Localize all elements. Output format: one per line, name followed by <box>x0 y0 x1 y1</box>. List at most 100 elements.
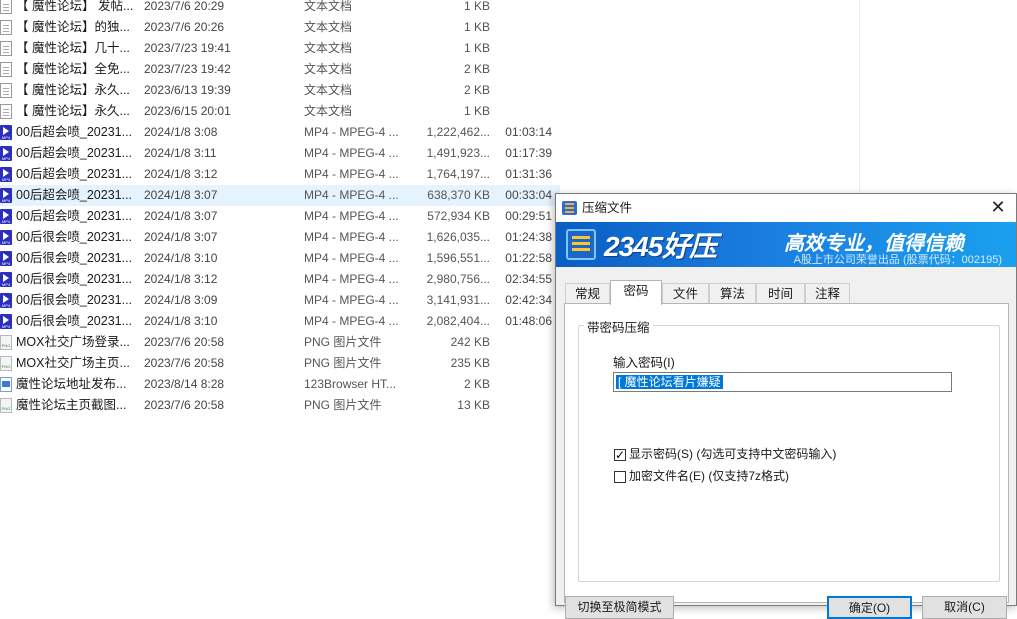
file-size: 2,980,756... <box>426 272 490 286</box>
file-row[interactable]: 【 魔性论坛】全免... 2023/7/23 19:42 文本文档 2 KB <box>0 59 560 80</box>
file-duration: 01:22:58 <box>505 251 552 265</box>
file-date: 2023/6/15 20:01 <box>144 104 231 118</box>
file-row[interactable]: 00后很会喷_20231... 2024/1/8 3:09 MP4 - MPEG-4… <box>0 290 560 311</box>
password-input[interactable]: [ 魔性论坛看片嫌疑 <box>613 372 952 392</box>
file-size: 638,370 KB <box>427 188 490 202</box>
text-file-icon <box>0 83 12 98</box>
close-button[interactable]: ✕ <box>980 194 1016 222</box>
file-row[interactable]: 【 魔性论坛】几十... 2023/7/23 19:41 文本文档 1 KB <box>0 38 560 59</box>
file-type: MP4 - MPEG-4 ... <box>304 272 399 286</box>
file-name: 00后超会喷_20231... <box>16 125 133 139</box>
encrypt-filenames-label: 加密文件名(E) (仅支持7z格式) <box>629 469 789 483</box>
file-row[interactable]: 魔性论坛地址发布... 2023/8/14 8:28 123Browser HT..… <box>0 374 560 395</box>
file-duration: 01:03:14 <box>505 125 552 139</box>
file-type: MP4 - MPEG-4 ... <box>304 314 399 328</box>
file-duration: 01:31:36 <box>505 167 552 181</box>
mp4-file-icon <box>0 272 12 287</box>
dialog-title: 压缩文件 <box>582 201 633 215</box>
file-duration: 00:29:51 <box>505 209 552 223</box>
tab-password[interactable]: 密码 <box>610 280 662 305</box>
file-date: 2024/1/8 3:12 <box>144 272 218 286</box>
file-date: 2024/1/8 3:07 <box>144 230 218 244</box>
show-password-checkbox[interactable]: 显示密码(S) (勾选可支持中文密码输入) <box>614 446 837 463</box>
file-type: 文本文档 <box>304 104 353 118</box>
tab-time[interactable]: 时间 <box>756 283 805 304</box>
file-name: 00后超会喷_20231... <box>16 188 133 202</box>
file-date: 2023/8/14 8:28 <box>144 377 225 391</box>
html-file-icon <box>0 377 12 392</box>
file-date: 2023/7/6 20:58 <box>144 335 225 349</box>
file-duration: 01:48:06 <box>505 314 552 328</box>
file-date: 2023/7/6 20:29 <box>144 0 225 13</box>
file-duration: 02:42:34 <box>505 293 552 307</box>
file-row[interactable]: 00后很会喷_20231... 2024/1/8 3:10 MP4 - MPEG-4… <box>0 248 560 269</box>
text-file-icon <box>0 41 12 56</box>
file-name: 00后很会喷_20231... <box>16 314 133 328</box>
ok-button[interactable]: 确定(O) <box>827 596 912 619</box>
file-date: 2024/1/8 3:07 <box>144 188 218 202</box>
file-name: 00后很会喷_20231... <box>16 293 133 307</box>
password-value: [ 魔性论坛看片嫌疑 <box>616 375 723 389</box>
file-row[interactable]: 00后超会喷_20231... 2024/1/8 3:12 MP4 - MPEG-4… <box>0 164 560 185</box>
file-size: 235 KB <box>450 356 490 370</box>
file-row[interactable]: 【 魔性论坛】的独... 2023/7/6 20:26 文本文档 1 KB <box>0 17 560 38</box>
file-row[interactable]: 【 魔性论坛】永久... 2023/6/13 19:39 文本文档 2 KB <box>0 80 560 101</box>
file-name: 【 魔性论坛】全免... <box>16 62 130 76</box>
text-file-icon <box>0 62 12 77</box>
mp4-file-icon <box>0 230 12 245</box>
file-duration: 00:33:04 <box>505 188 552 202</box>
file-name: 【 魔性论坛】的独... <box>16 20 130 34</box>
file-row[interactable]: 00后超会喷_20231... 2024/1/8 3:07 MP4 - MPEG-4… <box>0 206 560 227</box>
file-type: MP4 - MPEG-4 ... <box>304 125 399 139</box>
file-size: 242 KB <box>450 335 490 349</box>
tab-files[interactable]: 文件 <box>662 283 709 304</box>
file-row[interactable]: 00后超会喷_20231... 2024/1/8 3:08 MP4 - MPEG-4… <box>0 122 560 143</box>
file-row[interactable]: 00后很会喷_20231... 2024/1/8 3:10 MP4 - MPEG-4… <box>0 311 560 332</box>
group-title: 带密码压缩 <box>584 317 653 336</box>
file-duration: 01:24:38 <box>505 230 552 244</box>
encrypt-filenames-check-icon[interactable] <box>614 470 626 483</box>
cancel-button[interactable]: 取消(C) <box>922 596 1007 619</box>
file-size: 1 KB <box>463 41 490 55</box>
file-duration: 02:34:55 <box>505 272 552 286</box>
file-row[interactable]: 魔性论坛主页截图... 2023/7/6 20:58 PNG 图片文件 13 KB <box>0 395 560 416</box>
file-size: 2,082,404... <box>426 314 490 328</box>
file-row[interactable]: 00后很会喷_20231... 2024/1/8 3:12 MP4 - MPEG-4… <box>0 269 560 290</box>
file-size: 1,222,462... <box>426 125 490 139</box>
switch-mode-button[interactable]: 切换至极简模式 <box>565 596 674 619</box>
file-date: 2023/7/6 20:58 <box>144 398 225 412</box>
encrypt-filenames-checkbox[interactable]: 加密文件名(E) (仅支持7z格式) <box>614 468 789 484</box>
password-label: 输入密码(I) <box>613 356 675 370</box>
file-name: MOX社交广场主页... <box>16 356 130 370</box>
file-date: 2024/1/8 3:11 <box>144 146 217 160</box>
png-file-icon <box>0 335 12 350</box>
show-password-label: 显示密码(S) (勾选可支持中文密码输入) <box>629 447 837 461</box>
file-type: 文本文档 <box>304 20 353 34</box>
file-row[interactable]: 【 魔性论坛】 发帖... 2023/7/6 20:29 文本文档 1 KB <box>0 0 560 17</box>
file-row[interactable]: 00后超会喷_20231... 2024/1/8 3:11 MP4 - MPEG-4… <box>0 143 560 164</box>
file-type: MP4 - MPEG-4 ... <box>304 167 399 181</box>
show-password-check-icon[interactable] <box>614 447 626 463</box>
file-row[interactable]: 【 魔性论坛】永久... 2023/6/15 20:01 文本文档 1 KB <box>0 101 560 122</box>
file-size: 1 KB <box>463 20 490 34</box>
file-type: MP4 - MPEG-4 ... <box>304 188 399 202</box>
file-size: 3,141,931... <box>426 293 490 307</box>
tab-general[interactable]: 常规 <box>565 283 610 304</box>
file-row[interactable]: MOX社交广场登录... 2023/7/6 20:58 PNG 图片文件 242 KB <box>0 332 560 353</box>
file-name: 00后超会喷_20231... <box>16 146 133 160</box>
file-row[interactable]: 00后很会喷_20231... 2024/1/8 3:07 MP4 - MPEG-4… <box>0 227 560 248</box>
file-name: MOX社交广场登录... <box>16 335 130 349</box>
tab-algorithm[interactable]: 算法 <box>709 283 756 304</box>
file-type: MP4 - MPEG-4 ... <box>304 209 399 223</box>
tab-comment[interactable]: 注释 <box>805 283 850 304</box>
mp4-file-icon <box>0 146 12 161</box>
file-size: 1,596,551... <box>426 251 490 265</box>
file-type: MP4 - MPEG-4 ... <box>304 230 399 244</box>
file-size: 2 KB <box>463 83 490 97</box>
file-type: MP4 - MPEG-4 ... <box>304 293 399 307</box>
file-row[interactable]: MOX社交广场主页... 2023/7/6 20:58 PNG 图片文件 235 KB <box>0 353 560 374</box>
dialog-titlebar[interactable]: 压缩文件 ✕ <box>556 194 1016 222</box>
file-size: 13 KB <box>457 398 490 412</box>
file-row[interactable]: 00后超会喷_20231... 2024/1/8 3:07 MP4 - MPEG-4… <box>0 185 560 206</box>
file-type: MP4 - MPEG-4 ... <box>304 146 399 160</box>
